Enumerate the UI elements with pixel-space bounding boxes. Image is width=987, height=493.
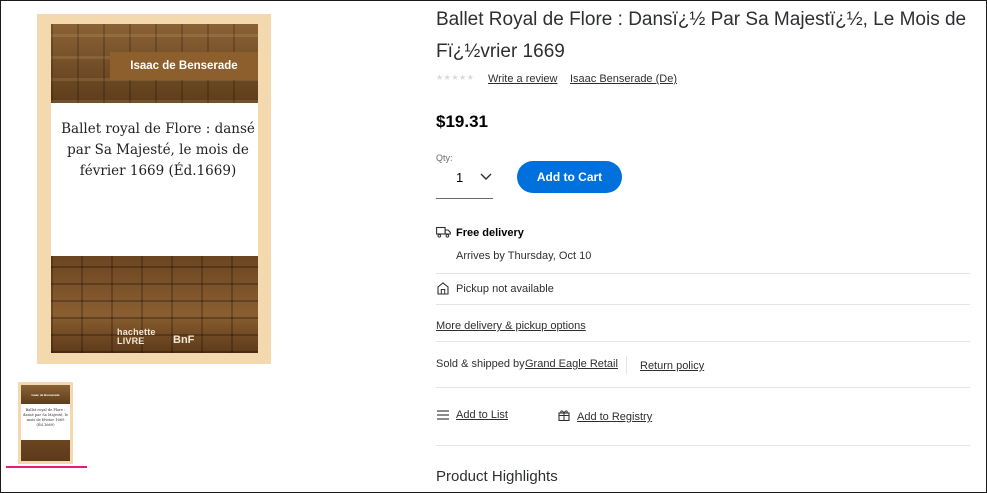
thumbnail-author: Isaac de Benserade [31, 393, 60, 397]
thumbnail-selected-indicator [6, 466, 87, 468]
divider [436, 387, 970, 388]
divider [436, 273, 970, 274]
main-product-image[interactable]: Isaac de Benserade Ballet royal de Flore… [37, 14, 271, 364]
add-to-registry-link[interactable]: Add to Registry [577, 411, 652, 423]
thumbnail-bottom [21, 440, 70, 461]
thumbnail-image[interactable]: Isaac de Benserade Ballet royal de Flore… [18, 382, 73, 464]
publisher-line2: LIVRE [117, 336, 145, 346]
rating-stars: ★★★★★ [436, 73, 475, 82]
write-review-link[interactable]: Write a review [488, 73, 557, 85]
chevron-down-icon [480, 173, 492, 180]
pickup-status: Pickup not available [456, 283, 554, 295]
sold-by-label: Sold & shipped by [436, 358, 525, 370]
publisher-logo: hachette LIVRE [117, 328, 156, 346]
qty-label: Qty: [436, 153, 453, 163]
arrival-date: Arrives by Thursday, Oct 10 [456, 250, 592, 262]
book-cover: Isaac de Benserade Ballet royal de Flore… [51, 24, 258, 353]
bnf-logo: BnF [173, 334, 195, 346]
free-delivery-label: Free delivery [456, 227, 524, 239]
add-to-list-link[interactable]: Add to List [456, 409, 508, 421]
return-policy-link[interactable]: Return policy [640, 360, 704, 372]
gift-icon [558, 410, 570, 421]
store-icon [437, 282, 449, 295]
quantity-select[interactable]: 1 [436, 164, 493, 199]
more-delivery-options-link[interactable]: More delivery & pickup options [436, 320, 586, 332]
thumbnail-title: Ballet royal de Flore : dansé par Sa Maj… [23, 408, 68, 427]
truck-icon [436, 226, 451, 238]
cover-title: Ballet royal de Flore : dansé par Sa Maj… [61, 121, 255, 179]
cover-author: Isaac de Benserade [130, 60, 238, 72]
qty-value: 1 [456, 170, 464, 185]
thumbnail-cover: Isaac de Benserade Ballet royal de Flore… [21, 385, 70, 461]
seller-link[interactable]: Grand Eagle Retail [525, 358, 618, 370]
product-highlights-heading: Product Highlights [436, 468, 558, 485]
price: $19.31 [436, 112, 488, 131]
divider [436, 341, 970, 342]
divider [436, 304, 970, 305]
vertical-divider [626, 356, 627, 374]
add-to-cart-button[interactable]: Add to Cart [517, 161, 622, 193]
list-icon [437, 410, 449, 420]
divider [436, 445, 970, 446]
author-link[interactable]: Isaac Benserade (De) [570, 73, 677, 85]
product-title: Ballet Royal de Flore : Dansï¿½ Par Sa M… [436, 9, 967, 62]
